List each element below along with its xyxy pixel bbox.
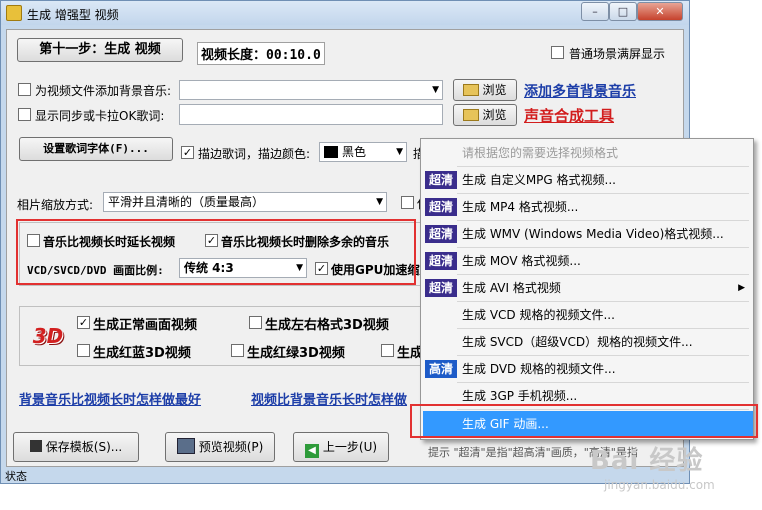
menu-item-dvd[interactable]: 高清 生成 DVD 规格的视频文件... <box>423 356 753 382</box>
widescreen-label: 普通场景满屏显示 <box>569 47 666 61</box>
gif-highlight-box <box>410 404 758 438</box>
red-green-3d-label: 生成红绿3D视频 <box>247 346 345 361</box>
photo-scale-label: 相片缩放方式: <box>17 198 94 212</box>
submenu-arrow-icon: ▶ <box>738 283 745 293</box>
preview-video-button[interactable]: 预览视频(P) <box>165 432 275 462</box>
folder-icon <box>463 84 480 96</box>
minimize-button[interactable]: – <box>581 2 609 21</box>
watermark-logo: Bai 经验 <box>590 446 704 476</box>
window-title: 生成 增强型 视频 <box>27 8 119 22</box>
ultra-hd-badge: 超清 <box>425 225 457 243</box>
widescreen-checkbox[interactable] <box>551 46 564 59</box>
options-highlight-box <box>16 219 416 285</box>
menu-item-avi[interactable]: 超清 生成 AVI 格式视频 ▶ <box>423 275 753 301</box>
chevron-down-icon: ▼ <box>396 147 403 157</box>
add-music-link[interactable]: 添加多首背景音乐 <box>524 81 636 101</box>
lr-3d-checkbox[interactable] <box>249 316 262 329</box>
ultra-hd-badge: 超清 <box>425 279 457 297</box>
menu-item-svcd[interactable]: 生成 SVCD（超级VCD）规格的视频文件... <box>423 329 753 355</box>
status-bar: 状态 <box>5 470 27 483</box>
app-icon <box>6 5 22 21</box>
lr-3d-label: 生成左右格式3D视频 <box>265 318 389 333</box>
hd-badge: 高清 <box>425 360 457 378</box>
lyrics-checkbox[interactable] <box>18 108 31 121</box>
browse-lyrics-button[interactable]: 浏览 <box>453 104 517 126</box>
ultra-hd-badge: 超清 <box>425 252 457 270</box>
browse-music-button[interactable]: 浏览 <box>453 79 517 101</box>
maximize-button[interactable]: □ <box>609 2 637 21</box>
menu-item-vcd[interactable]: 生成 VCD 规格的视频文件... <box>423 302 753 328</box>
format-menu: 请根据您的需要选择视频格式 超清 生成 自定义MPG 格式视频... 超清 生成 M… <box>420 138 754 440</box>
menu-item-mov[interactable]: 超清 生成 MOV 格式视频... <box>423 248 753 274</box>
voice-synthesis-link[interactable]: 声音合成工具 <box>524 105 614 126</box>
red-blue-3d-checkbox[interactable] <box>77 344 90 357</box>
watermark-url: jingyan.baidu.com <box>604 478 715 492</box>
back-arrow-icon: ◀ <box>304 444 319 458</box>
outline-lyrics-label: 描边歌词，描边颜色: <box>198 147 311 161</box>
bg-music-select[interactable]: ▼ <box>179 80 443 100</box>
lyrics-font-button[interactable]: 设置歌词字体(F)... <box>19 137 173 161</box>
video-longer-help-link[interactable]: 视频比背景音乐长时怎样做 <box>251 389 407 408</box>
bg-music-label: 为视频文件添加背景音乐: <box>35 84 172 98</box>
prev-step-button[interactable]: ◀ 上一步(U) <box>293 432 389 462</box>
red-green-3d-checkbox[interactable] <box>231 344 244 357</box>
menu-item-wmv[interactable]: 超清 生成 WMV (Windows Media Video)格式视频... <box>423 221 753 247</box>
normal-video-checkbox[interactable]: ✓ <box>77 316 90 329</box>
lyrics-label: 显示同步或卡拉OK歌词: <box>35 109 165 123</box>
save-icon <box>29 440 42 452</box>
step-title: 第十一步：生成 视频 <box>17 38 183 62</box>
menu-item-mp4[interactable]: 超清 生成 MP4 格式视频... <box>423 194 753 220</box>
folder-icon <box>463 109 480 121</box>
close-button[interactable]: ✕ <box>637 2 683 21</box>
film-icon <box>176 438 195 454</box>
save-template-button[interactable]: 保存模板(S)... <box>13 432 139 462</box>
3d-logo-icon: 3D <box>32 324 64 348</box>
other-3d-checkbox[interactable] <box>381 344 394 357</box>
lyrics-input[interactable] <box>179 104 443 125</box>
photo-scale-select[interactable]: 平滑并且清晰的（质量最高） ▼ <box>103 192 387 212</box>
outline-color-select[interactable]: 黑色 ▼ <box>319 142 407 162</box>
menu-item-mpg[interactable]: 超清 生成 自定义MPG 格式视频... <box>423 167 753 193</box>
chevron-down-icon: ▼ <box>432 85 439 95</box>
bg-music-checkbox[interactable] <box>18 83 31 96</box>
red-blue-3d-label: 生成红蓝3D视频 <box>93 346 191 361</box>
photo-scale-trailing-checkbox[interactable] <box>401 196 414 209</box>
menu-header: 请根据您的需要选择视频格式 <box>462 146 619 160</box>
duration-display: 视频长度：00:10.0 <box>197 42 325 65</box>
music-longer-help-link[interactable]: 背景音乐比视频长时怎样做最好 <box>19 389 201 408</box>
color-swatch <box>324 146 338 158</box>
ultra-hd-badge: 超清 <box>425 198 457 216</box>
normal-video-label: 生成正常画面视频 <box>93 318 198 333</box>
chevron-down-icon: ▼ <box>376 197 383 207</box>
ultra-hd-badge: 超清 <box>425 171 457 189</box>
outline-lyrics-checkbox[interactable]: ✓ <box>181 146 194 159</box>
title-bar[interactable]: 生成 增强型 视频 – □ ✕ <box>1 1 689 25</box>
